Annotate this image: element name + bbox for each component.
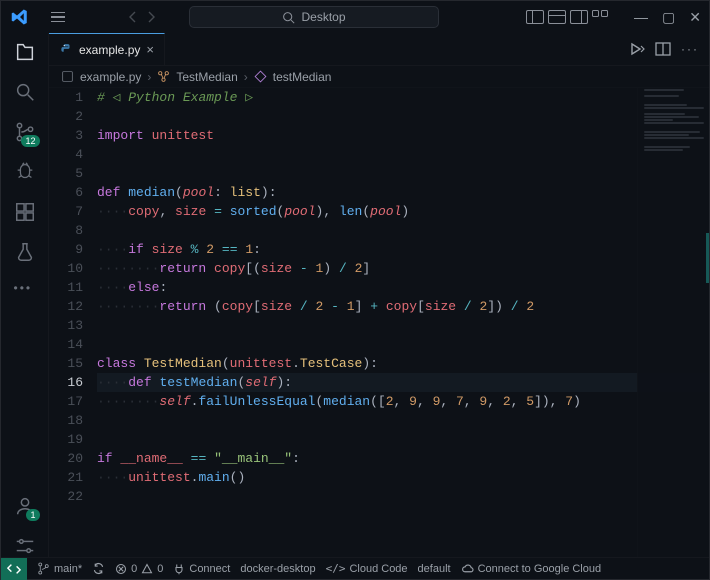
editor-area[interactable]: 12345678910111213141516171819202122 # ◁ … bbox=[49, 88, 709, 557]
tab-close-icon[interactable]: × bbox=[146, 42, 154, 57]
settings-icon[interactable] bbox=[14, 535, 36, 557]
branch-icon bbox=[37, 562, 50, 575]
code-content[interactable]: # ◁ Python Example ▷import unittestdef m… bbox=[97, 88, 709, 557]
chevron-right-icon: › bbox=[147, 70, 151, 84]
cloud-code-status[interactable]: </> Cloud Code bbox=[326, 562, 408, 575]
gcp-status[interactable]: Connect to Google Cloud bbox=[461, 562, 602, 575]
connect-status[interactable]: Connect bbox=[173, 563, 230, 575]
activity-bar: 12 ••• 1 bbox=[1, 33, 49, 557]
layout-customize-icon[interactable] bbox=[592, 10, 608, 24]
sync-icon bbox=[92, 562, 105, 575]
breadcrumbs[interactable]: example.py › TestMedian › testMedian bbox=[49, 66, 709, 88]
accounts-badge: 1 bbox=[26, 509, 39, 521]
remote-indicator[interactable] bbox=[1, 558, 27, 580]
breadcrumb-file[interactable]: example.py bbox=[80, 70, 141, 84]
warning-icon bbox=[141, 563, 153, 575]
chevron-right-icon: › bbox=[244, 70, 248, 84]
class-icon bbox=[157, 70, 170, 83]
split-editor-icon[interactable] bbox=[655, 42, 671, 56]
search-activity-icon[interactable] bbox=[14, 81, 36, 103]
tab-example-py[interactable]: example.py × bbox=[49, 33, 165, 65]
search-icon bbox=[282, 11, 295, 24]
window-minimize-icon[interactable]: — bbox=[634, 9, 648, 26]
branch-name: main* bbox=[54, 563, 82, 575]
layout-left-icon[interactable] bbox=[526, 10, 544, 24]
minimap[interactable] bbox=[637, 88, 709, 557]
explorer-icon[interactable] bbox=[14, 41, 36, 63]
method-icon bbox=[254, 70, 267, 83]
run-icon[interactable] bbox=[629, 42, 645, 56]
problems-status[interactable]: 0 0 bbox=[115, 563, 163, 575]
connect-label: Connect bbox=[189, 563, 230, 575]
search-placeholder: Desktop bbox=[301, 10, 345, 24]
docker-context-label: docker-desktop bbox=[240, 563, 315, 575]
window-maximize-icon[interactable]: ▢ bbox=[662, 9, 675, 26]
breadcrumb-method[interactable]: testMedian bbox=[273, 70, 332, 84]
source-control-icon[interactable]: 12 bbox=[14, 121, 36, 143]
more-icon[interactable]: ••• bbox=[14, 281, 36, 291]
menu-icon[interactable] bbox=[51, 12, 65, 23]
accounts-icon[interactable]: 1 bbox=[14, 495, 36, 517]
tab-filename: example.py bbox=[79, 43, 140, 57]
docker-context-status[interactable]: docker-desktop bbox=[240, 563, 315, 575]
layout-bottom-icon[interactable] bbox=[548, 10, 566, 24]
tab-bar: example.py × ··· bbox=[49, 33, 709, 66]
python-file-icon bbox=[59, 43, 73, 57]
window-close-icon[interactable]: ✕ bbox=[689, 9, 701, 26]
cloud-icon bbox=[461, 562, 474, 575]
nav-forward-icon[interactable] bbox=[143, 9, 159, 25]
vscode-logo-icon bbox=[5, 8, 29, 26]
cloud-code-label: Cloud Code bbox=[349, 563, 407, 575]
error-count: 0 bbox=[131, 563, 137, 575]
breadcrumb-class[interactable]: TestMedian bbox=[176, 70, 237, 84]
nav-back-icon[interactable] bbox=[125, 9, 141, 25]
command-center-search[interactable]: Desktop bbox=[189, 6, 439, 28]
tab-more-icon[interactable]: ··· bbox=[681, 42, 699, 56]
test-icon[interactable] bbox=[14, 241, 36, 263]
warning-count: 0 bbox=[157, 563, 163, 575]
plug-icon bbox=[173, 563, 185, 575]
git-branch-status[interactable]: main* bbox=[37, 562, 82, 575]
project-label: default bbox=[418, 563, 451, 575]
status-bar: main* 0 0 Connect docker-desktop </> Clo… bbox=[1, 557, 709, 579]
scm-badge: 12 bbox=[21, 135, 39, 147]
python-file-icon bbox=[61, 70, 74, 83]
extensions-icon[interactable] bbox=[14, 201, 36, 223]
gcp-label: Connect to Google Cloud bbox=[478, 563, 602, 575]
project-status[interactable]: default bbox=[418, 563, 451, 575]
debug-icon[interactable] bbox=[14, 161, 36, 183]
line-gutter: 12345678910111213141516171819202122 bbox=[49, 88, 97, 557]
error-icon bbox=[115, 563, 127, 575]
sync-status[interactable] bbox=[92, 562, 105, 575]
title-bar: Desktop — ▢ ✕ bbox=[1, 1, 709, 33]
minimap-overview-marker bbox=[706, 233, 709, 283]
layout-right-icon[interactable] bbox=[570, 10, 588, 24]
